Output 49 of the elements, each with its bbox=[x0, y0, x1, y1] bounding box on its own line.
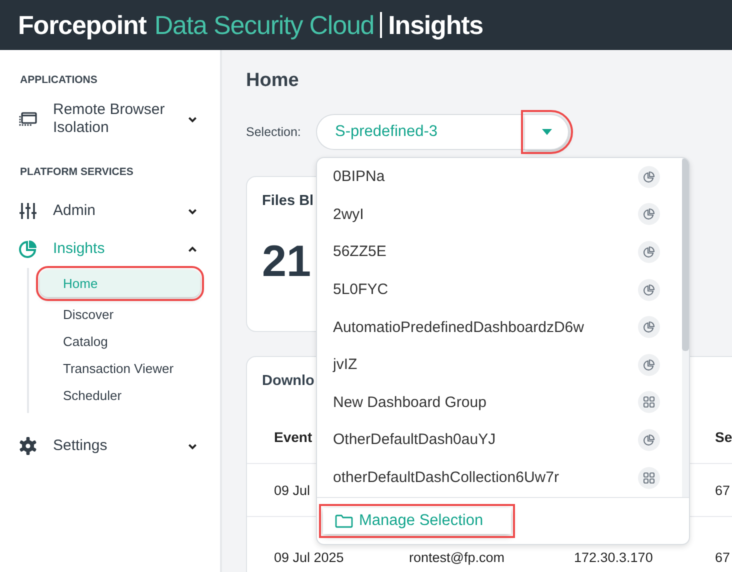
nav-subitem[interactable]: Transaction Viewer bbox=[40, 355, 200, 382]
table-cell: 172.30.3.170 bbox=[574, 550, 653, 565]
gear-icon bbox=[18, 436, 38, 456]
dropdown-option[interactable]: otherDefaultDashCollection6Uw7r bbox=[317, 458, 682, 496]
pie-chart-icon bbox=[643, 434, 655, 446]
dropdown-option[interactable]: jvIZ bbox=[317, 346, 682, 384]
pie-chart-icon bbox=[643, 321, 655, 334]
nav-item[interactable]: Remote Browser Isolation bbox=[0, 100, 220, 138]
app-name: Insights bbox=[388, 10, 484, 40]
table-cell: 67 bbox=[715, 550, 730, 565]
nav-subitem[interactable]: Discover bbox=[40, 301, 200, 328]
sliders-icon bbox=[18, 201, 38, 221]
folder-icon bbox=[335, 514, 353, 528]
dropdown-option[interactable]: 5L0FYC bbox=[317, 270, 682, 308]
pie-chart-icon bbox=[643, 208, 655, 220]
page-title: Home bbox=[246, 70, 300, 92]
nav-subitem[interactable]: Scheduler bbox=[40, 382, 200, 409]
dropdown-option[interactable]: New Dashboard Group bbox=[317, 384, 682, 422]
table-cell: rontest@fp.com bbox=[409, 550, 504, 565]
section-heading: PLATFORM SERVICES bbox=[19, 166, 134, 178]
grid-icon bbox=[643, 472, 655, 484]
dropdown-option[interactable]: 56ZZ5E bbox=[317, 233, 682, 271]
table-cell: 09 Jul bbox=[274, 482, 310, 498]
scrollbar-thumb[interactable] bbox=[682, 158, 689, 351]
card-title: Files Bl bbox=[262, 193, 314, 209]
table-cell: 09 Jul 2025 bbox=[274, 550, 344, 565]
dropdown-option[interactable]: 0BIPNa bbox=[317, 158, 682, 196]
stat-value: 21 bbox=[262, 237, 311, 287]
dropdown-option[interactable]: AutomatioPredefinedDashboardzD6w bbox=[317, 308, 682, 346]
selection-label: Selection: bbox=[246, 125, 302, 139]
pie-chart-icon bbox=[643, 170, 655, 183]
column-header: Event bbox=[274, 429, 312, 445]
chevron-up-icon bbox=[187, 244, 198, 254]
pie-chart-icon bbox=[18, 239, 38, 259]
pie-chart-icon bbox=[643, 246, 655, 258]
card-title: Downlo bbox=[262, 373, 314, 389]
dropdown-option[interactable]: OtherDefaultDash0auYJ bbox=[317, 421, 682, 459]
section-heading: APPLICATIONS bbox=[19, 74, 98, 86]
table-cell: 67 bbox=[715, 482, 730, 498]
pie-chart-icon bbox=[643, 284, 655, 296]
nav-item[interactable]: Settings bbox=[0, 427, 220, 465]
nav-subitem[interactable]: Catalog bbox=[40, 328, 200, 355]
product-name: Data Security Cloud bbox=[154, 10, 374, 40]
grid-icon bbox=[643, 396, 655, 408]
pie-chart-icon bbox=[643, 358, 655, 371]
column-header: Se bbox=[715, 429, 732, 445]
brand-name: Forcepoint bbox=[18, 10, 146, 40]
dropdown-option[interactable]: 2wyI bbox=[317, 196, 682, 234]
nav-item[interactable]: Admin bbox=[0, 192, 220, 230]
